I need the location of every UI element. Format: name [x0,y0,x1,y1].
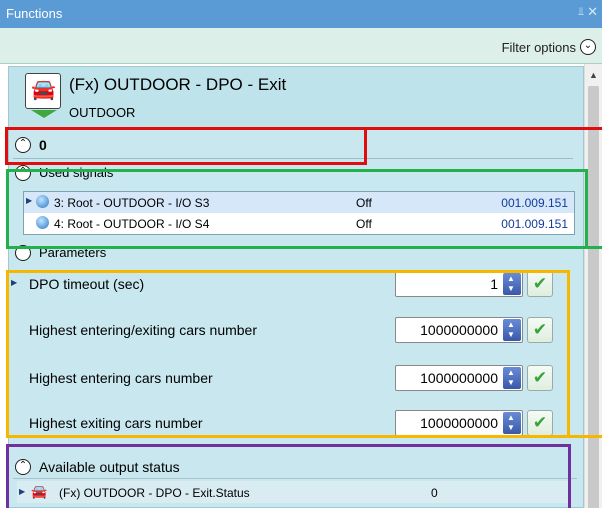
function-name: (Fx) OUTDOOR - DPO - Exit [69,75,287,94]
window-title: Functions [6,6,63,21]
close-icon[interactable]: ✕ [587,4,598,20]
red-highlight-line [365,127,602,130]
function-location: OUTDOOR [69,105,136,120]
scroll-up-icon[interactable]: ▲ [589,70,598,80]
green-highlight-box [6,169,588,249]
filter-bar: Filter options ⌄ [0,28,602,64]
chevron-down-icon[interactable]: ⌄ [580,39,596,55]
car-icon: 🚘 [31,79,56,101]
function-header: 🚘 (Fx) OUTDOOR - DPO - Exit OUTDOOR [9,67,583,127]
yellow-highlight-line [568,435,602,438]
filter-options-label[interactable]: Filter options [502,40,576,55]
window-titlebar: Functions ⫫ ✕ [0,0,602,28]
pin-icon[interactable]: ⫫ [578,6,584,19]
red-highlight-box [5,127,367,165]
yellow-highlight-box [6,270,570,438]
scrollbar-thumb[interactable] [588,86,599,508]
down-arrow-icon [31,110,57,118]
vertical-scrollbar[interactable]: ▲ [584,64,602,508]
purple-highlight-box [6,444,571,508]
car-function-icon: 🚘 [25,73,61,118]
green-highlight-line [586,246,602,249]
